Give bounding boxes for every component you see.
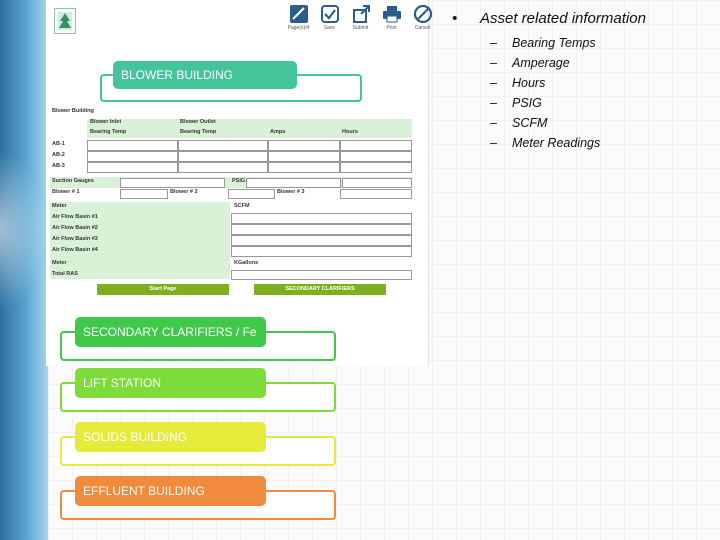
col-hours: Hours (342, 129, 358, 135)
list-item: – PSIG (490, 93, 712, 113)
dash-icon: – (490, 56, 497, 70)
list-item-text: PSIG (512, 96, 542, 110)
scfm-label: SCFM (234, 203, 250, 209)
print-button[interactable]: Print (379, 4, 404, 31)
save-label: Save (323, 25, 336, 31)
save-icon (320, 5, 339, 23)
lift-station-heading[interactable]: LIFT STATION (75, 368, 266, 398)
ab1-amps-field[interactable] (268, 140, 340, 151)
list-item-text: Hours (512, 76, 546, 90)
basin-2-field[interactable] (231, 224, 412, 235)
list-item: – Amperage (490, 53, 712, 73)
basin-1-label: Air Flow Basin #1 (52, 214, 98, 220)
col-inlet: Blower Inlet (90, 119, 122, 125)
ab3-outlet-field[interactable] (178, 162, 268, 173)
bullet-dot-icon: • (452, 10, 458, 27)
asset-info-list: • Asset related information – Bearing Tem… (452, 10, 712, 153)
form-title: Blower Building (52, 108, 94, 114)
print-icon (382, 6, 401, 23)
blower-3-label: Blower # 3 (277, 189, 305, 195)
dash-icon: – (490, 96, 497, 110)
submit-button[interactable]: Submit (348, 4, 373, 31)
submit-icon (352, 5, 370, 23)
dash-icon: – (490, 36, 497, 50)
effluent-building-heading[interactable]: EFFLUENT BUILDING (75, 476, 266, 506)
blower-2-label: Blower # 2 (170, 189, 198, 195)
list-item: – Hours (490, 73, 712, 93)
pages-icon (289, 5, 308, 23)
col-bearing-1: Bearing Temp (90, 129, 127, 135)
ab3-hours-field[interactable] (340, 162, 412, 173)
blower-building-heading[interactable]: BLOWER BUILDING (113, 61, 297, 89)
col-amps: Amps (270, 129, 286, 135)
bullet-title-row: • Asset related information (452, 10, 712, 27)
basin-2-label: Air Flow Basin #2 (52, 225, 98, 231)
list-item: – Meter Readings (490, 133, 712, 153)
secondary-clarifiers-heading[interactable]: SECONDARY CLARIFIERS / Fe (75, 317, 266, 347)
bullet-title: Asset related information (480, 10, 646, 27)
cancel-label: Cancel (414, 25, 431, 31)
pages-button[interactable]: Page(s)/4 (286, 4, 311, 31)
blower-1-field[interactable] (120, 189, 168, 199)
col-outlet: Blower Outlet (180, 119, 216, 125)
solids-building-heading[interactable]: SOLIDS BUILDING (75, 422, 266, 452)
psig-label: PSIG (232, 178, 246, 184)
blower-2-field[interactable] (228, 189, 275, 199)
list-item-text: Bearing Temps (512, 36, 596, 50)
start-page-button[interactable]: Start Page (97, 284, 229, 295)
print-label: Print (386, 25, 397, 31)
basin-3-label: Air Flow Basin #3 (52, 236, 98, 242)
ab1-inlet-field[interactable] (87, 140, 178, 151)
ab2-inlet-field[interactable] (87, 151, 178, 162)
ab2-hours-field[interactable] (340, 151, 412, 162)
save-button[interactable]: Save (317, 4, 342, 31)
blower-1-label: Blower # 1 (52, 189, 80, 195)
sub-bullet-list: – Bearing Temps – Amperage – Hours – PSIG – S… (490, 33, 712, 153)
row-ab2-label: AB-2 (52, 152, 65, 158)
total-ras-label: Total RAS (52, 271, 78, 277)
list-item-text: SCFM (512, 116, 548, 130)
ab2-outlet-field[interactable] (178, 151, 268, 162)
band-highlight (0, 150, 48, 310)
basin-1-field[interactable] (231, 213, 412, 224)
dash-icon: – (490, 76, 497, 90)
submit-label: Submit (352, 25, 369, 31)
logo-icon (54, 8, 76, 34)
ab3-amps-field[interactable] (268, 162, 340, 173)
ab1-hours-field[interactable] (340, 140, 412, 151)
dash-icon: – (490, 116, 497, 130)
cancel-button[interactable]: Cancel (410, 4, 435, 31)
row-ab1-label: AB-1 (52, 141, 65, 147)
basin-3-field[interactable] (231, 235, 412, 246)
header-band (87, 119, 412, 138)
col-bearing-2: Bearing Temp (180, 129, 217, 135)
suction-field-3[interactable] (342, 178, 412, 188)
meter-label: Meter (52, 203, 67, 209)
meter-2-label: Meter (52, 260, 67, 266)
blower-3-field[interactable] (340, 189, 412, 199)
row-ab3-label: AB-3 (52, 163, 65, 169)
suction-gauges-label: Suction Gauges (52, 178, 94, 184)
toolbar: Page(s)/4 Save Submit Print Cancel (286, 4, 435, 31)
list-item: – Bearing Temps (490, 33, 712, 53)
suction-field-2[interactable] (246, 178, 341, 188)
ab1-outlet-field[interactable] (178, 140, 268, 151)
list-item-text: Amperage (512, 56, 570, 70)
total-ras-field[interactable] (231, 270, 412, 280)
list-item-text: Meter Readings (512, 136, 601, 150)
basin-4-label: Air Flow Basin #4 (52, 247, 98, 253)
pages-label: Page(s)/4 (287, 25, 310, 31)
ab3-inlet-field[interactable] (87, 162, 178, 173)
secondary-clarifiers-button[interactable]: SECONDARY CLARIFIERS (254, 284, 386, 295)
list-item: – SCFM (490, 113, 712, 133)
left-decorative-band (0, 0, 48, 540)
ab2-amps-field[interactable] (268, 151, 340, 162)
dash-icon: – (490, 136, 497, 150)
suction-field-1[interactable] (120, 178, 225, 188)
cancel-icon (413, 4, 432, 24)
basin-4-field[interactable] (231, 246, 412, 257)
kgallons-label: KGallons (234, 260, 259, 266)
